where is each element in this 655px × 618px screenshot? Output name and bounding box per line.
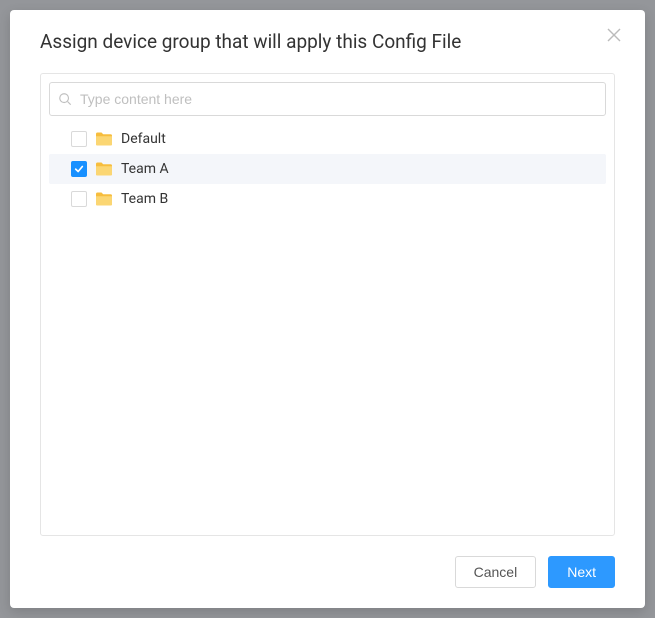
group-label: Default: [121, 131, 166, 147]
search-input[interactable]: [49, 82, 606, 116]
group-tree: Default Team A Team B: [49, 124, 606, 527]
folder-icon: [95, 131, 113, 147]
modal-body: Default Team A Team B: [10, 63, 645, 536]
folder-icon: [95, 161, 113, 177]
modal-title: Assign device group that will apply this…: [40, 30, 615, 53]
close-button[interactable]: [607, 28, 623, 44]
next-button[interactable]: Next: [548, 556, 615, 588]
group-row[interactable]: Default: [49, 124, 606, 154]
search-box: [49, 82, 606, 116]
group-checkbox[interactable]: [71, 191, 87, 207]
group-checkbox[interactable]: [71, 161, 87, 177]
assign-device-group-modal: Assign device group that will apply this…: [10, 10, 645, 608]
group-label: Team A: [121, 161, 169, 177]
group-checkbox[interactable]: [71, 131, 87, 147]
modal-footer: Cancel Next: [10, 536, 645, 608]
folder-icon: [95, 191, 113, 207]
search-icon: [58, 92, 72, 106]
group-label: Team B: [121, 191, 168, 207]
modal-header: Assign device group that will apply this…: [10, 10, 645, 63]
cancel-button[interactable]: Cancel: [455, 556, 537, 588]
group-row[interactable]: Team B: [49, 184, 606, 214]
group-panel: Default Team A Team B: [40, 73, 615, 536]
group-row[interactable]: Team A: [49, 154, 606, 184]
close-icon: [607, 28, 623, 42]
